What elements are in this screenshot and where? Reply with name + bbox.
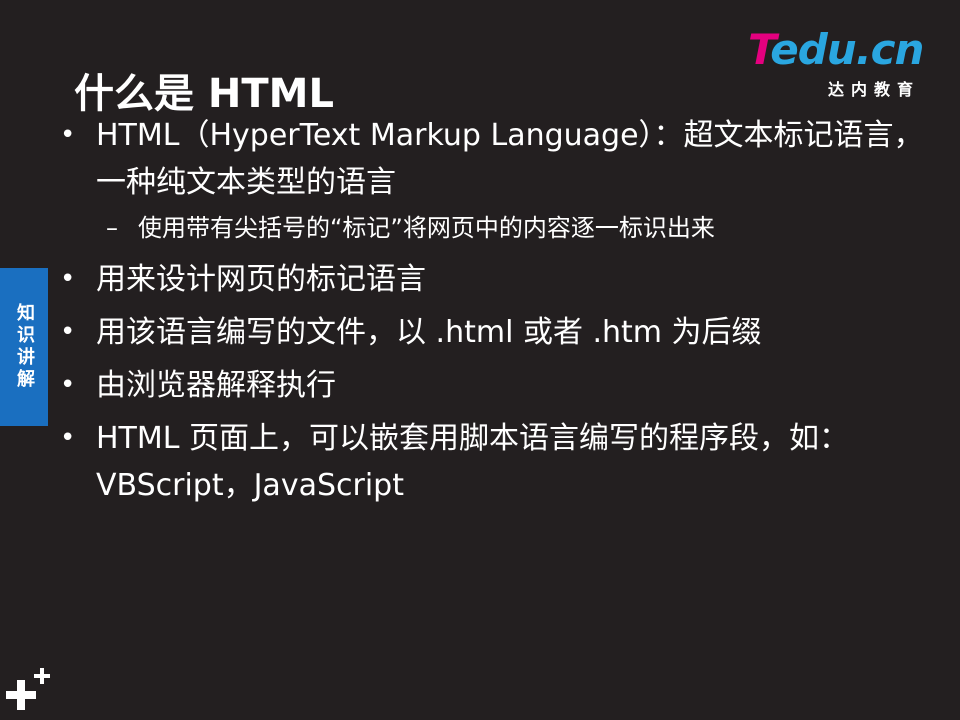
logo-domain-text: edu.cn: [770, 25, 924, 74]
side-tab-label: 知识讲解: [14, 303, 35, 391]
plus-small-icon: [34, 668, 50, 684]
logo-t-letter: T: [748, 25, 771, 74]
bullet-item: 由浏览器解释执行: [56, 362, 946, 409]
bullet-item: 用来设计网页的标记语言: [56, 256, 946, 303]
tedu-logo: Tedu.cn 达内教育: [748, 26, 938, 102]
logo-subtitle: 达内教育: [828, 80, 921, 99]
bullet-item: 用该语言编写的文件，以 .html 或者 .htm 为后缀: [56, 309, 946, 356]
side-section-tab: 知识讲解: [0, 268, 48, 426]
bullet-item: HTML 页面上，可以嵌套用脚本语言编写的程序段，如：VBScript，Java…: [56, 415, 946, 509]
bullet-list: HTML（HyperText Markup Language）：超文本标记语言，…: [56, 112, 946, 509]
bullet-item: HTML（HyperText Markup Language）：超文本标记语言，…: [56, 112, 946, 206]
sub-bullet-item: 使用带有尖括号的“标记”将网页中的内容逐一标识出来: [56, 210, 946, 246]
plus-large-icon: [6, 680, 36, 710]
logo-wordmark: Tedu.cn: [748, 25, 924, 74]
